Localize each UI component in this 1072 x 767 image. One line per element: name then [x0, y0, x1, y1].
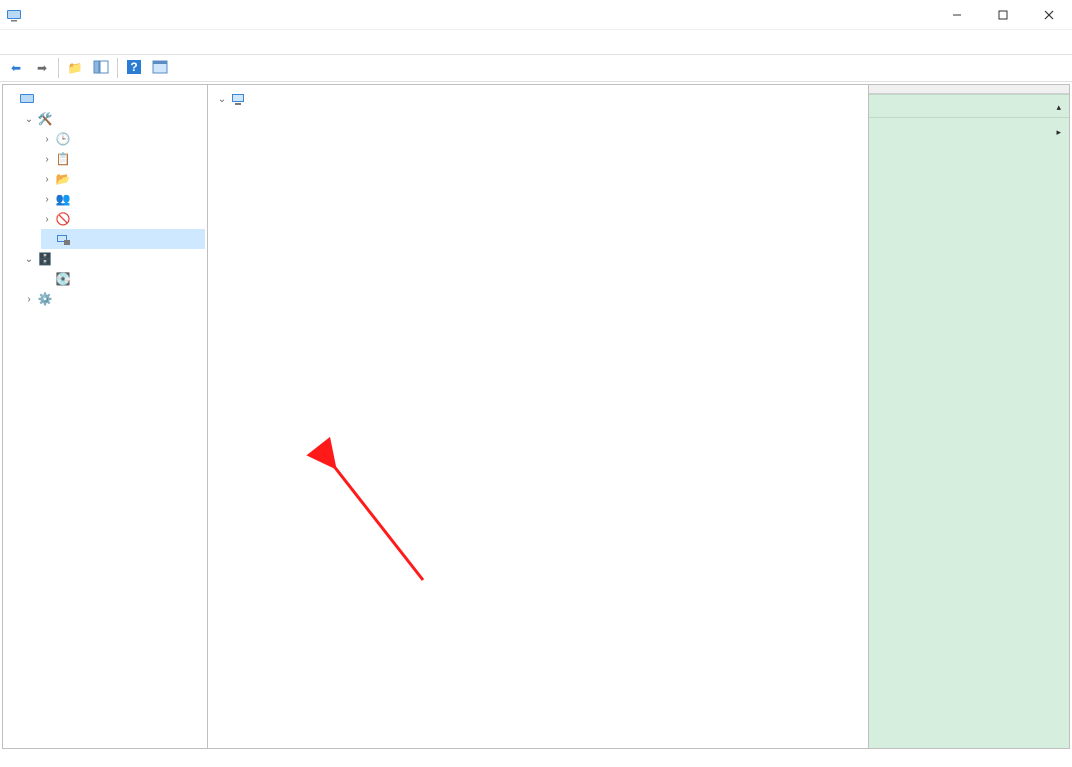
menu-action[interactable] — [24, 39, 44, 45]
collapse-toggle[interactable] — [5, 93, 17, 105]
performance-icon: 🚫 — [55, 211, 71, 227]
collapse-toggle[interactable]: ⌄ — [216, 93, 228, 105]
task-scheduler-icon: 🕒 — [55, 131, 71, 147]
collapse-toggle[interactable]: ⌄ — [23, 253, 35, 265]
toolbar-separator — [117, 58, 118, 78]
toolbar-help[interactable]: ? — [122, 57, 146, 79]
expand-toggle[interactable]: › — [41, 133, 53, 145]
desktop-pc-icon — [230, 91, 246, 107]
actions-pane — [869, 85, 1069, 748]
collapse-section-icon[interactable] — [1056, 99, 1061, 113]
tree-root-computer-management[interactable] — [5, 89, 205, 109]
actions-pane-header — [869, 85, 1069, 94]
annotation-arrow — [208, 85, 868, 748]
expand-toggle[interactable]: › — [41, 173, 53, 185]
tree-storage[interactable]: ⌄ 🗄️ — [23, 249, 205, 269]
main-panes: ⌄ 🛠️ › 🕒 › 📋 — [2, 84, 1070, 749]
tree-local-users[interactable]: › 👥 — [41, 189, 205, 209]
action-more[interactable] — [869, 118, 1069, 144]
collapse-toggle[interactable]: ⌄ — [23, 113, 35, 125]
forward-icon: ➡ — [37, 61, 47, 75]
computer-management-icon — [19, 91, 35, 107]
tree-services-apps[interactable]: › ⚙️ — [23, 289, 205, 309]
toolbar-window[interactable] — [148, 57, 172, 79]
actions-pane-section[interactable] — [869, 94, 1069, 118]
minimize-button[interactable] — [934, 0, 980, 30]
toolbar-show-hide-tree[interactable] — [89, 57, 113, 79]
menubar — [0, 30, 1072, 54]
disk-management-icon: 💽 — [55, 271, 71, 287]
titlebar — [0, 0, 1072, 30]
maximize-button[interactable] — [980, 0, 1026, 30]
toolbar-forward[interactable]: ➡ — [30, 57, 54, 79]
result-pane[interactable]: ⌄ — [208, 85, 869, 748]
device-manager-icon — [55, 231, 71, 247]
shared-folders-icon: 📂 — [55, 171, 71, 187]
svg-text:?: ? — [130, 60, 137, 74]
toolbar-separator — [58, 58, 59, 78]
status-bar — [0, 751, 1072, 767]
system-tools-icon: 🛠️ — [37, 111, 53, 127]
menu-file[interactable] — [4, 39, 24, 45]
expand-toggle[interactable]: › — [41, 153, 53, 165]
event-viewer-icon: 📋 — [55, 151, 71, 167]
expand-toggle[interactable]: › — [41, 213, 53, 225]
tree-performance[interactable]: › 🚫 — [41, 209, 205, 229]
tree-device-manager[interactable] — [41, 229, 205, 249]
help-icon: ? — [126, 59, 142, 78]
services-apps-icon: ⚙️ — [37, 291, 53, 307]
tree-system-tools[interactable]: ⌄ 🛠️ — [23, 109, 205, 129]
device-root[interactable]: ⌄ — [216, 89, 866, 109]
device-tree: ⌄ — [210, 89, 866, 109]
scope-pane[interactable]: ⌄ 🛠️ › 🕒 › 📋 — [3, 85, 208, 748]
tree-disk-management[interactable]: 💽 — [41, 269, 205, 289]
window-icon — [152, 59, 168, 78]
storage-icon: 🗄️ — [37, 251, 53, 267]
menu-view[interactable] — [44, 39, 64, 45]
expand-toggle[interactable]: › — [41, 193, 53, 205]
local-users-icon: 👥 — [55, 191, 71, 207]
toolbar-back[interactable]: ⬅ — [4, 57, 28, 79]
submenu-arrow-icon — [1056, 124, 1061, 138]
toolbar-folder-up[interactable]: 📁 — [63, 57, 87, 79]
scope-tree: ⌄ 🛠️ › 🕒 › 📋 — [5, 89, 205, 309]
expand-toggle[interactable] — [41, 273, 53, 285]
back-icon: ⬅ — [11, 61, 21, 75]
tree-event-viewer[interactable]: › 📋 — [41, 149, 205, 169]
tree-task-scheduler[interactable]: › 🕒 — [41, 129, 205, 149]
close-button[interactable] — [1026, 0, 1072, 30]
expand-toggle[interactable]: › — [23, 293, 35, 305]
folder-up-icon: 📁 — [68, 61, 83, 75]
show-hide-tree-icon — [93, 59, 109, 78]
toolbar: ⬅ ➡ 📁 ? — [0, 54, 1072, 82]
computer-management-icon — [6, 7, 22, 23]
menu-help[interactable] — [64, 39, 84, 45]
actions-pane-body — [869, 118, 1069, 748]
tree-shared-folders[interactable]: › 📂 — [41, 169, 205, 189]
expand-toggle[interactable] — [41, 233, 53, 245]
